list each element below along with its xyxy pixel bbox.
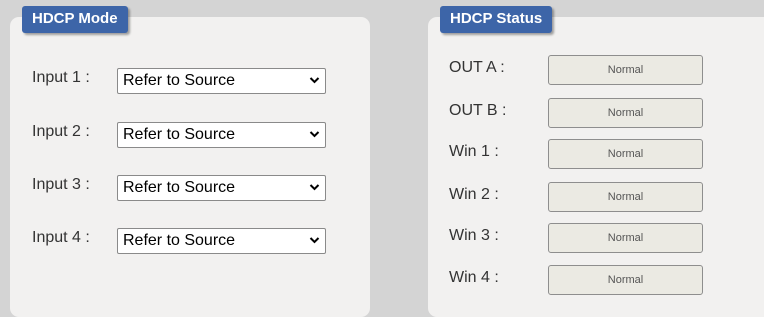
win-1-label: Win 1 : [449, 143, 499, 160]
input-3-hdcp-select[interactable]: Refer to Source [117, 175, 326, 201]
win-4-status-value: Normal [548, 265, 703, 295]
input-4-selected-value: Refer to Source [123, 232, 236, 249]
win-2-status-value: Normal [548, 182, 703, 212]
out-a-label: OUT A : [449, 59, 505, 76]
input-4-label: Input 4 : [32, 229, 90, 246]
win-4-label: Win 4 : [449, 269, 499, 286]
input-1-selected-value: Refer to Source [123, 72, 236, 89]
hdcp-status-title: HDCP Status [440, 6, 553, 33]
hdcp-mode-panel: HDCP Mode Input 1 : Refer to Source Inpu… [10, 6, 370, 317]
hdcp-status-panel: HDCP Status OUT A : Normal OUT B : Norma… [428, 6, 764, 317]
input-3-label: Input 3 : [32, 176, 90, 193]
chevron-down-icon [309, 131, 320, 138]
win-1-status-value: Normal [548, 139, 703, 169]
input-1-label: Input 1 : [32, 69, 90, 86]
input-2-label: Input 2 : [32, 123, 90, 140]
chevron-down-icon [309, 77, 320, 84]
input-4-hdcp-select[interactable]: Refer to Source [117, 228, 326, 254]
input-3-selected-value: Refer to Source [123, 179, 236, 196]
hdcp-mode-title: HDCP Mode [22, 6, 128, 33]
win-3-label: Win 3 : [449, 227, 499, 244]
out-b-status-value: Normal [548, 98, 703, 128]
input-2-selected-value: Refer to Source [123, 126, 236, 143]
input-2-hdcp-select[interactable]: Refer to Source [117, 122, 326, 148]
chevron-down-icon [309, 237, 320, 244]
win-3-status-value: Normal [548, 223, 703, 253]
win-2-label: Win 2 : [449, 186, 499, 203]
chevron-down-icon [309, 184, 320, 191]
out-a-status-value: Normal [548, 55, 703, 85]
out-b-label: OUT B : [449, 102, 507, 119]
input-1-hdcp-select[interactable]: Refer to Source [117, 68, 326, 94]
